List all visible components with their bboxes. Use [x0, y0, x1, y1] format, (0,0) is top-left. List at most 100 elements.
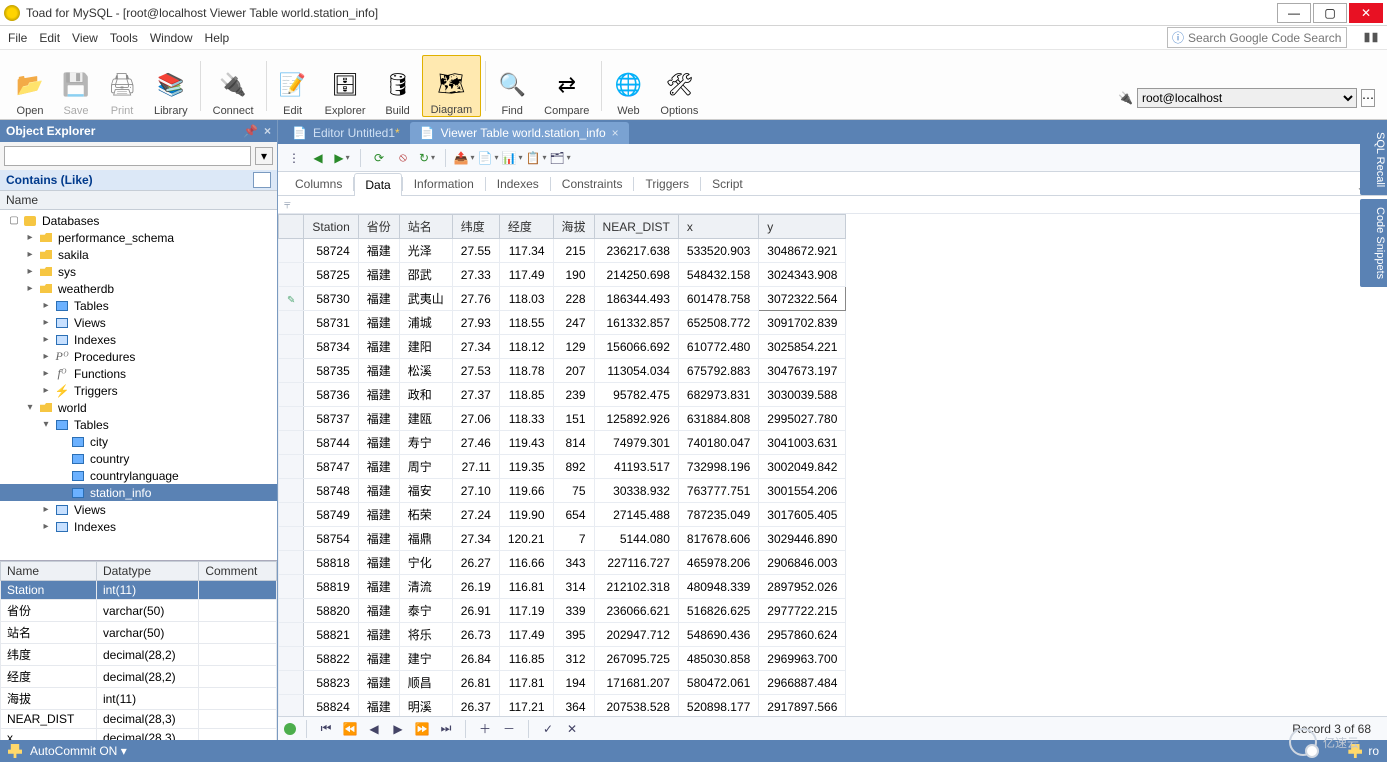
grid-cell[interactable]: 福建: [358, 359, 399, 383]
add-row-button[interactable]: ＋: [476, 720, 494, 738]
grid-cell[interactable]: 732998.196: [678, 455, 758, 479]
sub-tab-triggers[interactable]: Triggers: [634, 172, 700, 195]
grid-cell[interactable]: 27.33: [452, 263, 499, 287]
grid-cell[interactable]: 福安: [399, 479, 452, 503]
grid-cell[interactable]: 寿宁: [399, 431, 452, 455]
table-row[interactable]: 58748福建福安27.10119.667530338.932763777.75…: [279, 479, 846, 503]
grid-cell[interactable]: 75: [553, 479, 594, 503]
column-schema-grid[interactable]: NameDatatypeCommentStationint(11)省份varch…: [0, 560, 277, 740]
grid-cell[interactable]: 171681.207: [594, 671, 678, 695]
grid-cell[interactable]: 763777.751: [678, 479, 758, 503]
grid-cell[interactable]: 364: [553, 695, 594, 717]
grid-cell[interactable]: 339: [553, 599, 594, 623]
grid-cell[interactable]: 58754: [304, 527, 358, 551]
grid-column-header[interactable]: 省份: [358, 215, 399, 239]
grid-cell[interactable]: 675792.883: [678, 359, 758, 383]
row-header[interactable]: [279, 263, 304, 287]
grid-cell[interactable]: 福建: [358, 407, 399, 431]
data-grid-scroll[interactable]: Station省份站名纬度经度海拔NEAR_DISTxy58724福建光泽27.…: [278, 214, 1387, 716]
nav-last-button[interactable]: ⏭: [437, 720, 455, 738]
grid-cell[interactable]: 113054.034: [594, 359, 678, 383]
grid-cell[interactable]: 福建: [358, 623, 399, 647]
code-search-input[interactable]: [1188, 31, 1343, 45]
grid-cell[interactable]: 117.21: [499, 695, 553, 717]
grid-cell[interactable]: 892: [553, 455, 594, 479]
tree-node-country[interactable]: country: [0, 450, 277, 467]
grid-column-header[interactable]: y: [759, 215, 846, 239]
grid-cell[interactable]: 194: [553, 671, 594, 695]
grid-cell[interactable]: 明溪: [399, 695, 452, 717]
menu-edit[interactable]: Edit: [39, 31, 60, 45]
schema-header[interactable]: Name: [1, 562, 97, 581]
grid-cell[interactable]: 26.19: [452, 575, 499, 599]
grid-cell[interactable]: 161332.857: [594, 311, 678, 335]
schema-row[interactable]: NEAR_DISTdecimal(28,3): [1, 710, 277, 729]
menu-window[interactable]: Window: [150, 31, 193, 45]
grid-cell[interactable]: 95782.475: [594, 383, 678, 407]
grid-cell[interactable]: 58747: [304, 455, 358, 479]
close-tab-icon[interactable]: ×: [612, 126, 619, 140]
table-row[interactable]: 58749福建柘荣27.24119.9065427145.488787235.0…: [279, 503, 846, 527]
table-row[interactable]: 58824福建明溪26.37117.21364207538.528520898.…: [279, 695, 846, 717]
table-row[interactable]: 58725福建邵武27.33117.49190214250.698548432.…: [279, 263, 846, 287]
grid-cell[interactable]: 2897952.026: [759, 575, 846, 599]
grid-cell[interactable]: 129: [553, 335, 594, 359]
menu-tools[interactable]: Tools: [110, 31, 138, 45]
grid-cell[interactable]: 58724: [304, 239, 358, 263]
row-header[interactable]: [279, 575, 304, 599]
ribbon-library-button[interactable]: 📚Library: [146, 55, 196, 117]
row-header[interactable]: [279, 287, 304, 311]
grid-cell[interactable]: 125892.926: [594, 407, 678, 431]
schema-row[interactable]: 纬度decimal(28,2): [1, 644, 277, 666]
grid-column-header[interactable]: NEAR_DIST: [594, 215, 678, 239]
table-row[interactable]: 58818福建宁化26.27116.66343227116.727465978.…: [279, 551, 846, 575]
schema-row[interactable]: 站名varchar(50): [1, 622, 277, 644]
grid-cell[interactable]: 215: [553, 239, 594, 263]
sub-tab-script[interactable]: Script: [701, 172, 754, 195]
grid-cell[interactable]: 58818: [304, 551, 358, 575]
table-row[interactable]: 58744福建寿宁27.46119.4381474979.301740180.0…: [279, 431, 846, 455]
grid-cell[interactable]: 227116.727: [594, 551, 678, 575]
tree-node-tables[interactable]: ▸Tables: [0, 297, 277, 314]
row-header[interactable]: [279, 383, 304, 407]
grid-cell[interactable]: 27145.488: [594, 503, 678, 527]
table-row[interactable]: 58736福建政和27.37118.8523995782.475682973.8…: [279, 383, 846, 407]
grid-cell[interactable]: 117.49: [499, 623, 553, 647]
grid-cell[interactable]: 福建: [358, 527, 399, 551]
grid-cell[interactable]: 建阳: [399, 335, 452, 359]
table-row[interactable]: 58724福建光泽27.55117.34215236217.638533520.…: [279, 239, 846, 263]
sub-tab-indexes[interactable]: Indexes: [486, 172, 550, 195]
side-tab-sql-recall[interactable]: SQL Recall: [1360, 124, 1387, 195]
grid-cell[interactable]: 2977722.215: [759, 599, 846, 623]
grid-cell[interactable]: 118.33: [499, 407, 553, 431]
grid-cell[interactable]: 27.10: [452, 479, 499, 503]
grid-cell[interactable]: 清流: [399, 575, 452, 599]
grid-cell[interactable]: 207538.528: [594, 695, 678, 717]
binoculars-icon[interactable]: [1363, 30, 1379, 46]
table-row[interactable]: 58737福建建瓯27.06118.33151125892.926631884.…: [279, 407, 846, 431]
grid-cell[interactable]: 58823: [304, 671, 358, 695]
table-row[interactable]: 58730福建武夷山27.76118.03228186344.493601478…: [279, 287, 846, 311]
grid-cell[interactable]: 邵武: [399, 263, 452, 287]
grid-cell[interactable]: 58730: [304, 287, 358, 311]
grid-cell[interactable]: 27.37: [452, 383, 499, 407]
schema-row[interactable]: 海拔int(11): [1, 688, 277, 710]
grid-cell[interactable]: 58821: [304, 623, 358, 647]
grid-cell[interactable]: 465978.206: [678, 551, 758, 575]
row-header[interactable]: [279, 455, 304, 479]
grid-cell[interactable]: 3048672.921: [759, 239, 846, 263]
grid-cell[interactable]: 117.34: [499, 239, 553, 263]
grid-cell[interactable]: 485030.858: [678, 647, 758, 671]
autocommit-status[interactable]: AutoCommit ON ▾: [30, 744, 127, 758]
grid-cell[interactable]: 58731: [304, 311, 358, 335]
panel-close-icon[interactable]: ×: [264, 124, 271, 138]
grid-cell[interactable]: 2995027.780: [759, 407, 846, 431]
grid-cell[interactable]: 118.85: [499, 383, 553, 407]
grid-cell[interactable]: 福建: [358, 383, 399, 407]
tree-node-functions[interactable]: ▸fᴼFunctions: [0, 365, 277, 382]
doc-tab[interactable]: 📄Viewer Table world.station_info×: [410, 122, 629, 144]
grid-cell[interactable]: 814: [553, 431, 594, 455]
menu-view[interactable]: View: [72, 31, 98, 45]
grid-cell[interactable]: 119.35: [499, 455, 553, 479]
grid-cell[interactable]: 3047673.197: [759, 359, 846, 383]
